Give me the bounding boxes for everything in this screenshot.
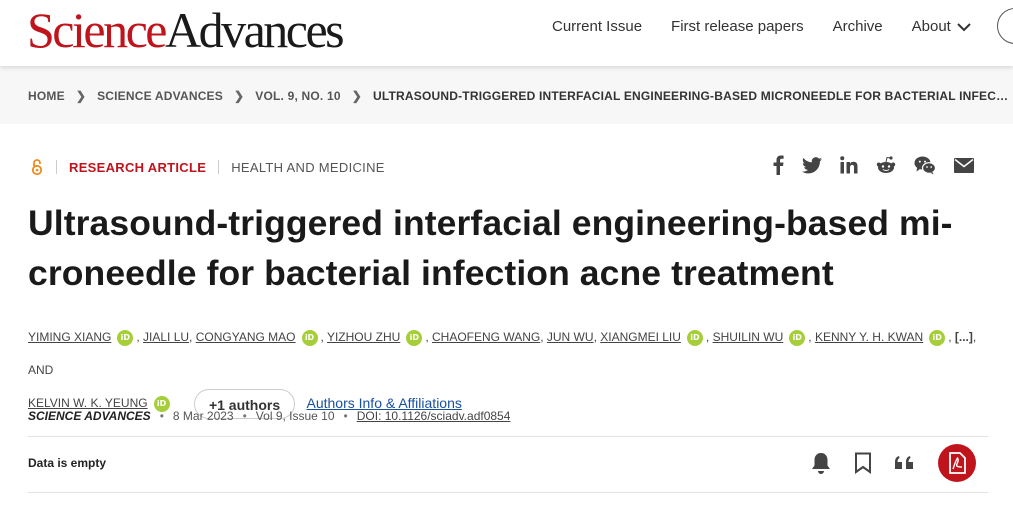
authors-ellipsis[interactable]: [...]	[955, 330, 973, 344]
article-actions	[810, 444, 976, 482]
nav-archive[interactable]: Archive	[833, 18, 883, 35]
open-access-icon	[31, 159, 43, 176]
orcid-icon[interactable]: iD	[301, 329, 318, 346]
divider	[218, 160, 220, 174]
author-link[interactable]: YIZHOU ZHU	[327, 330, 400, 344]
volume-issue[interactable]: Vol 9, Issue 10	[256, 409, 335, 423]
breadcrumb: HOME ❯ SCIENCE ADVANCES ❯ VOL. 9, NO. 10…	[28, 89, 1013, 103]
article-meta: RESEARCH ARTICLE HEALTH AND MEDICINE	[28, 158, 385, 176]
bell-icon[interactable]	[810, 451, 832, 475]
orcid-icon[interactable]: iD	[686, 329, 703, 346]
divider	[28, 492, 988, 493]
bookmark-icon[interactable]	[854, 452, 872, 474]
nav-first-release-papers[interactable]: First release papers	[671, 18, 804, 35]
journal-name[interactable]: SCIENCE ADVANCES	[28, 409, 151, 423]
data-status: Data is empty	[28, 456, 107, 470]
email-icon[interactable]	[954, 157, 974, 173]
author-link[interactable]: CHAOFENG WANG	[432, 330, 540, 344]
chevron-right-icon: ❯	[233, 89, 245, 103]
chevron-down-icon	[957, 22, 971, 31]
author-link[interactable]: SHUILIN WU	[713, 330, 784, 344]
author-link[interactable]: YIMING XIANG	[28, 330, 111, 344]
search-button[interactable]	[997, 8, 1013, 44]
twitter-icon[interactable]	[802, 156, 822, 174]
share-bar	[772, 155, 974, 175]
orcid-icon[interactable]: iD	[406, 329, 423, 346]
author-link[interactable]: CONGYANG MAO	[196, 330, 296, 344]
wechat-icon[interactable]	[914, 156, 936, 175]
chevron-right-icon: ❯	[75, 89, 87, 103]
divider	[56, 160, 57, 174]
author-link[interactable]: XIANGMEI LIU	[600, 330, 681, 344]
facebook-icon[interactable]	[772, 155, 784, 175]
breadcrumb-article: ULTRASOUND-TRIGGERED INTERFACIAL ENGINEE…	[373, 89, 1013, 103]
breadcrumb-journal[interactable]: SCIENCE ADVANCES	[97, 89, 223, 103]
publication-info: SCIENCE ADVANCES • 8 Mar 2023 • Vol 9, I…	[28, 409, 511, 423]
site-header: ScienceAdvances Current Issue First rele…	[0, 0, 1013, 66]
linkedin-icon[interactable]	[840, 156, 858, 174]
cite-quote-icon[interactable]	[894, 455, 916, 471]
article-title: Ultrasound-triggered interfacial enginee…	[28, 203, 953, 293]
breadcrumb-home[interactable]: HOME	[28, 89, 65, 103]
orcid-icon[interactable]: iD	[789, 329, 806, 346]
publication-date: 8 Mar 2023	[172, 409, 234, 423]
article-subject[interactable]: HEALTH AND MEDICINE	[231, 160, 385, 175]
pdf-icon	[949, 452, 966, 474]
nav-current-issue[interactable]: Current Issue	[552, 18, 642, 35]
author-list: YIMING XIANG iD, JIALI LU, CONGYANG MAO iD…	[28, 321, 988, 420]
pdf-download-button[interactable]	[938, 444, 976, 482]
chevron-right-icon: ❯	[351, 89, 362, 103]
science-advances-logo[interactable]: ScienceAdvances	[27, 2, 345, 58]
doi-link[interactable]: DOI: 10.1126/sciadv.adf0854	[357, 409, 511, 423]
orcid-icon[interactable]: iD	[929, 329, 946, 346]
article-type: RESEARCH ARTICLE	[69, 159, 207, 175]
reddit-icon[interactable]	[876, 156, 896, 174]
nav-about[interactable]: About	[912, 18, 971, 35]
author-link[interactable]: KELVIN W. K. YEUNG	[28, 396, 148, 410]
main-nav: Current Issue First release papers Archi…	[552, 18, 971, 35]
breadcrumb-issue[interactable]: VOL. 9, NO. 10	[255, 89, 341, 103]
orcid-icon[interactable]: iD	[117, 329, 134, 346]
author-link[interactable]: JUN WU	[547, 330, 594, 344]
divider	[28, 436, 988, 437]
author-link[interactable]: JIALI LU	[143, 330, 189, 344]
author-link[interactable]: KENNY Y. H. KWAN	[815, 330, 923, 344]
